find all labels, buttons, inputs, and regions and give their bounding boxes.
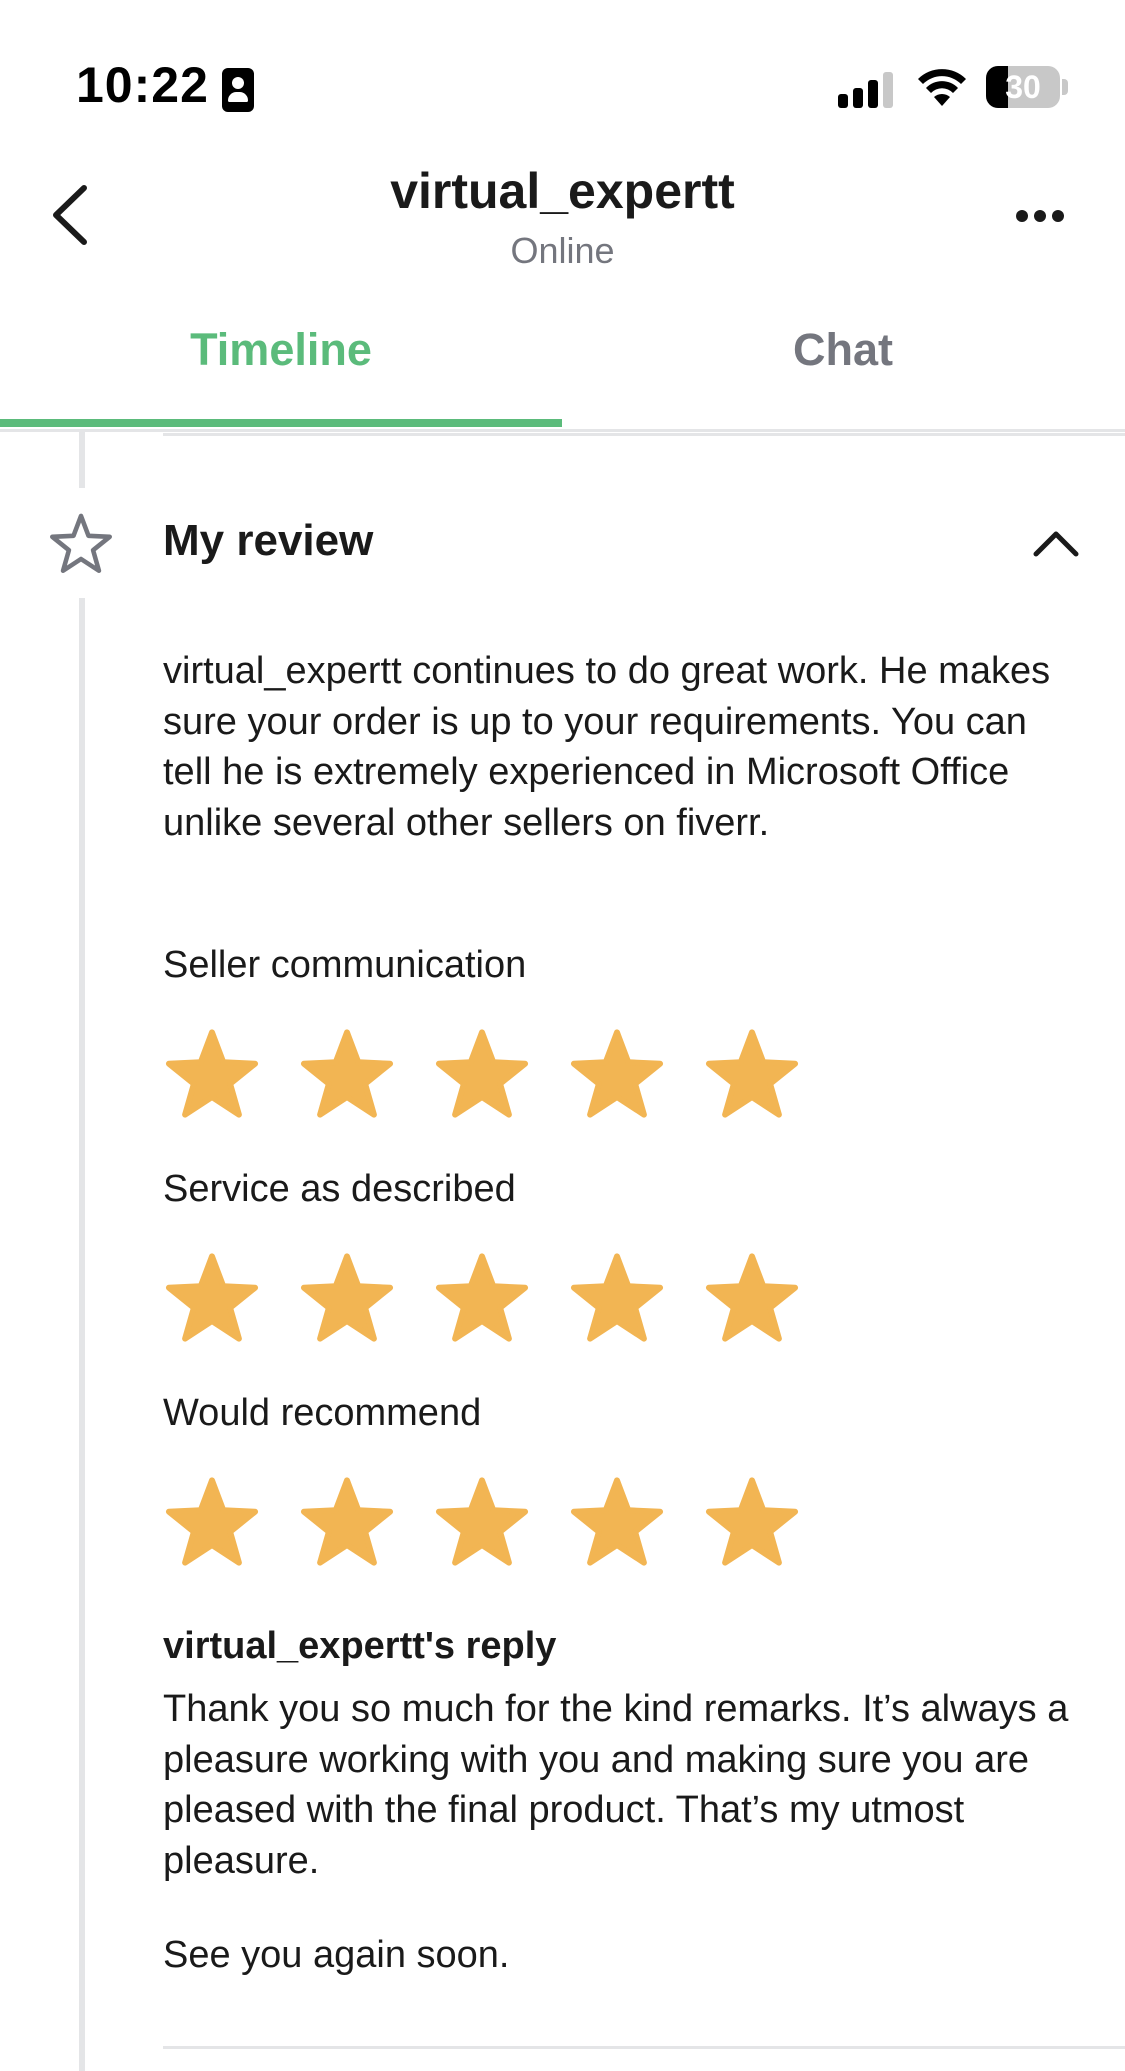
tab-timeline[interactable]: Timeline: [0, 300, 562, 432]
star-icon: [165, 1477, 259, 1566]
star-outline-icon: [50, 513, 112, 574]
star-icon: [705, 1477, 799, 1566]
rating-stars: [163, 1474, 843, 1566]
more-options-button[interactable]: [1010, 196, 1070, 236]
reply-title: virtual_expertt's reply: [163, 1625, 557, 1667]
rating-label: Seller communication: [163, 944, 527, 986]
contact-card-icon: [222, 68, 254, 112]
signal-icon: [838, 72, 893, 108]
rating-label: Service as described: [163, 1168, 516, 1210]
star-icon: [435, 1477, 529, 1566]
star-icon: [165, 1029, 259, 1118]
battery-percent: 30: [1005, 69, 1041, 105]
star-icon: [300, 1253, 394, 1342]
timeline-line: [79, 598, 85, 2071]
review-section-title: My review: [163, 516, 374, 565]
reply-closing: See you again soon.: [163, 1934, 510, 1976]
rating-label: Would recommend: [163, 1392, 482, 1434]
timeline-line: [79, 432, 85, 488]
active-tab-indicator: [0, 419, 562, 427]
more-horizontal-icon: [1016, 210, 1028, 222]
star-icon: [435, 1029, 529, 1118]
more-dot: [1034, 210, 1046, 222]
wifi-icon: [918, 69, 966, 106]
status-time: 10:22: [76, 57, 209, 113]
star-icon: [300, 1477, 394, 1566]
review-text: virtual_expertt continues to do great wo…: [163, 650, 1051, 844]
divider: [163, 433, 1125, 436]
more-dot: [1052, 210, 1064, 222]
reply-text: Thank you so much for the kind remarks. …: [163, 1688, 1069, 1882]
tab-chat[interactable]: Chat: [562, 300, 1124, 432]
online-status: Online: [510, 230, 615, 271]
divider: [163, 2046, 1125, 2049]
star-icon: [570, 1253, 664, 1342]
contact-name: virtual_expertt: [390, 163, 735, 219]
star-icon: [435, 1253, 529, 1342]
status-bar: 10:22 30: [0, 0, 1125, 180]
star-icon: [705, 1253, 799, 1342]
star-icon: [570, 1029, 664, 1118]
collapse-button[interactable]: [1030, 520, 1082, 568]
star-icon: [570, 1477, 664, 1566]
chevron-up-icon: [1033, 531, 1079, 557]
tab-bar: Timeline Chat: [0, 300, 1125, 432]
star-icon: [165, 1253, 259, 1342]
rating-stars: [163, 1250, 843, 1342]
star-icon: [705, 1029, 799, 1118]
rating-stars: [163, 1026, 843, 1118]
star-icon: [300, 1029, 394, 1118]
battery-icon: 30: [986, 66, 1068, 108]
